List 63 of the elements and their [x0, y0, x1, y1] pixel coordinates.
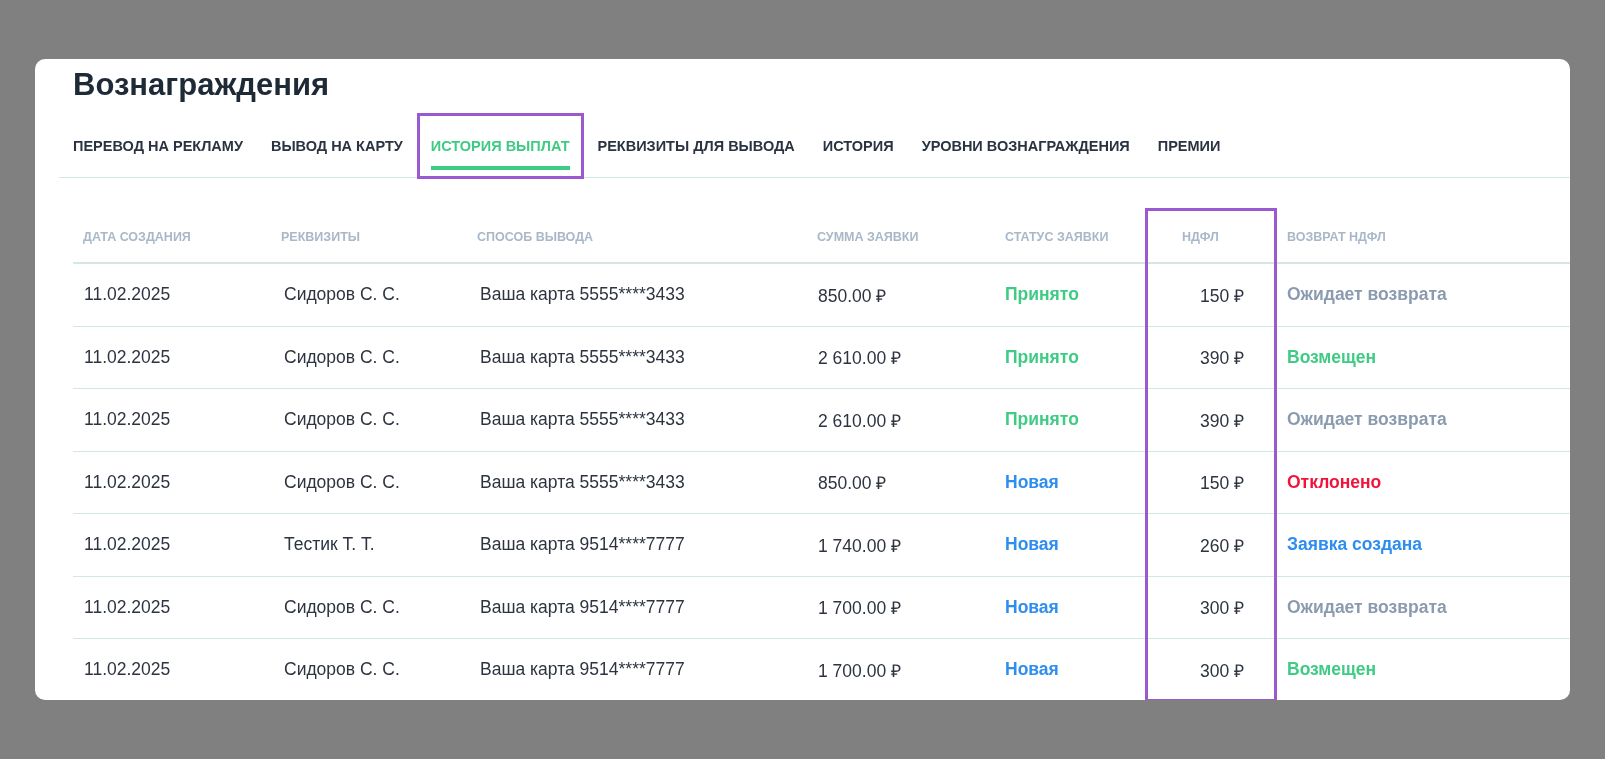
- table-cell: Сидоров С. С.: [273, 326, 469, 389]
- tab[interactable]: ВЫВОД НА КАРТУ: [256, 113, 417, 179]
- page-title: Вознаграждения: [73, 66, 331, 104]
- status-text: Новая: [995, 576, 1172, 639]
- table-cell: Тестик Т. Т.: [273, 514, 469, 577]
- table-cell: Ваша карта 5555****3433: [469, 326, 807, 389]
- table-cell: 1 700.00 ₽: [807, 639, 995, 700]
- table-cell: 150 ₽: [1172, 451, 1277, 514]
- status-text: Заявка создана: [1277, 514, 1570, 577]
- status-text: Ожидает возврата: [1277, 389, 1570, 452]
- status-text: Принято: [995, 326, 1172, 389]
- status-text: Принято: [995, 389, 1172, 452]
- status-text: Возмещен: [1277, 639, 1570, 700]
- table-cell: 300 ₽: [1172, 639, 1277, 700]
- table-cell: 2 610.00 ₽: [807, 389, 995, 452]
- tab[interactable]: УРОВНИ ВОЗНАГРАЖДЕНИЯ: [907, 113, 1144, 179]
- table-cell: Сидоров С. С.: [273, 389, 469, 452]
- table-cell: 11.02.2025: [73, 389, 273, 452]
- table-cell: 390 ₽: [1172, 326, 1277, 389]
- table-cell: Ваша карта 5555****3433: [469, 389, 807, 452]
- table-cell: 390 ₽: [1172, 389, 1277, 452]
- table-cell: 1 700.00 ₽: [807, 576, 995, 639]
- table-cell: 11.02.2025: [73, 514, 273, 577]
- table-cell: Сидоров С. С.: [273, 639, 469, 700]
- status-text: Новая: [995, 451, 1172, 514]
- column-header: ВОЗВРАТ НДФЛ: [1277, 178, 1570, 264]
- status-text: Новая: [995, 514, 1172, 577]
- table-cell: 11.02.2025: [73, 326, 273, 389]
- table-cell: 260 ₽: [1172, 514, 1277, 577]
- table-cell: Сидоров С. С.: [273, 576, 469, 639]
- table-cell: 11.02.2025: [73, 451, 273, 514]
- table-cell: 11.02.2025: [73, 576, 273, 639]
- column-header: СУММА ЗАЯВКИ: [807, 178, 995, 264]
- status-text: Ожидает возврата: [1277, 264, 1570, 327]
- table-cell: 150 ₽: [1172, 264, 1277, 327]
- status-text: Ожидает возврата: [1277, 576, 1570, 639]
- table-cell: 11.02.2025: [73, 264, 273, 327]
- column-header: ДАТА СОЗДАНИЯ: [73, 178, 273, 264]
- column-header: СПОСОБ ВЫВОДА: [469, 178, 807, 264]
- table-cell: 850.00 ₽: [807, 264, 995, 327]
- table-cell: 11.02.2025: [73, 639, 273, 700]
- table-cell: 300 ₽: [1172, 576, 1277, 639]
- table-cell: Сидоров С. С.: [273, 451, 469, 514]
- status-text: Новая: [995, 639, 1172, 700]
- status-text: Принято: [995, 264, 1172, 327]
- table-cell: 1 740.00 ₽: [807, 514, 995, 577]
- column-header: НДФЛ: [1172, 178, 1277, 264]
- table-cell: Ваша карта 9514****7777: [469, 514, 807, 577]
- table-cell: Сидоров С. С.: [273, 264, 469, 327]
- tab[interactable]: ИСТОРИЯ: [808, 113, 908, 179]
- tab[interactable]: РЕКВИЗИТЫ ДЛЯ ВЫВОДА: [583, 113, 809, 179]
- table-cell: Ваша карта 9514****7777: [469, 639, 807, 700]
- tab[interactable]: ПЕРЕВОД НА РЕКЛАМУ: [59, 113, 257, 179]
- status-text: Отклонено: [1277, 451, 1570, 514]
- table-cell: Ваша карта 5555****3433: [469, 451, 807, 514]
- table-cell: 850.00 ₽: [807, 451, 995, 514]
- table-cell: Ваша карта 5555****3433: [469, 264, 807, 327]
- tab[interactable]: ПРЕМИИ: [1143, 113, 1235, 179]
- column-header: СТАТУС ЗАЯВКИ: [995, 178, 1172, 264]
- column-header: РЕКВИЗИТЫ: [273, 178, 469, 264]
- table-cell: 2 610.00 ₽: [807, 326, 995, 389]
- status-text: Возмещен: [1277, 326, 1570, 389]
- table-cell: Ваша карта 9514****7777: [469, 576, 807, 639]
